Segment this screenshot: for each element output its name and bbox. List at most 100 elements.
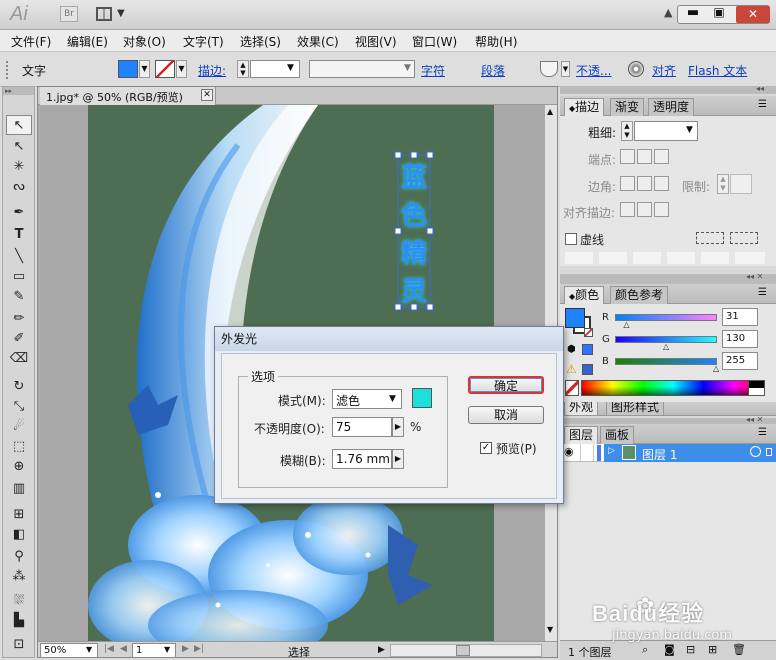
- collapse-arrow-icon[interactable]: ▲: [664, 6, 672, 19]
- stroke-dropdown-icon[interactable]: ▼: [176, 60, 187, 78]
- panel-menu-icon[interactable]: ☰: [758, 427, 767, 438]
- align-link[interactable]: 对齐: [652, 62, 676, 79]
- bridge-button[interactable]: Br: [60, 6, 78, 22]
- stroke-weight-stepper[interactable]: ▲ ▼: [237, 60, 249, 78]
- r-input[interactable]: 31: [722, 308, 758, 326]
- warning-icon[interactable]: ⚠: [566, 362, 577, 376]
- paragraph-link[interactable]: 段落: [481, 62, 505, 79]
- collapse-panel-icon[interactable]: ◂◂ ✕: [746, 272, 763, 281]
- scale-tool-icon[interactable]: ⤡: [6, 397, 32, 417]
- maximize-button[interactable]: ▣: [708, 5, 730, 24]
- web-color-swatch[interactable]: [582, 364, 593, 375]
- close-tab-icon[interactable]: ✕: [201, 89, 213, 101]
- tab-stroke[interactable]: ◆描边: [564, 98, 605, 116]
- arrange-documents-icon[interactable]: [96, 7, 112, 21]
- eyedropper-tool-icon[interactable]: ⚲: [6, 547, 32, 567]
- menu-effect[interactable]: 效果(C): [297, 33, 339, 50]
- target-icon[interactable]: [750, 446, 761, 457]
- gradient-tool-icon[interactable]: ◧: [6, 525, 32, 545]
- gamut-swatch[interactable]: [582, 344, 593, 355]
- graph-tool-icon[interactable]: ▥: [6, 479, 32, 499]
- column-graph-icon[interactable]: ▙: [6, 611, 32, 631]
- ok-button[interactable]: 确定: [468, 376, 544, 394]
- direct-selection-tool-icon[interactable]: ↖: [6, 137, 32, 157]
- r-thumb[interactable]: △: [623, 320, 629, 329]
- lasso-tool-icon[interactable]: ᔓ: [6, 177, 32, 197]
- chevron-down-icon[interactable]: ▼: [117, 8, 125, 19]
- status-menu-icon[interactable]: ▶: [378, 645, 385, 655]
- character-link[interactable]: 字符: [421, 62, 445, 79]
- b-input[interactable]: 255: [722, 352, 758, 370]
- status-mode[interactable]: 选择: [288, 644, 310, 657]
- align-inside-icon[interactable]: [637, 202, 652, 217]
- line-tool-icon[interactable]: ╲: [6, 247, 32, 267]
- bevel-join-icon[interactable]: [654, 176, 669, 191]
- expand-arrow-icon[interactable]: ▷: [608, 446, 615, 456]
- menu-window[interactable]: 窗口(W): [412, 33, 457, 50]
- horizontal-scroll-thumb[interactable]: [456, 645, 470, 656]
- panel-menu-icon[interactable]: ☰: [758, 99, 767, 110]
- chevron-down-icon[interactable]: ▼: [561, 61, 570, 77]
- eraser-tool-icon[interactable]: ⌫: [6, 349, 32, 369]
- cube-icon[interactable]: ⬢: [567, 344, 576, 355]
- round-join-icon[interactable]: [637, 176, 652, 191]
- pen-tool-icon[interactable]: ✒: [6, 203, 32, 223]
- tab-color-guide[interactable]: 颜色参考: [610, 286, 669, 304]
- vertical-art-text[interactable]: 蓝 色 精 灵: [398, 159, 430, 311]
- collapse-panel-icon[interactable]: ◂◂ ✕: [746, 415, 763, 424]
- tab-color[interactable]: ◆颜色: [564, 286, 605, 304]
- collapse-dock-icon[interactable]: ◂◂: [756, 84, 764, 93]
- layer-row[interactable]: ◉ ▷ 图层 1: [560, 444, 776, 462]
- last-artboard-icon[interactable]: ▶|: [194, 644, 204, 654]
- dash-align-icon[interactable]: [730, 232, 758, 244]
- recolor-icon[interactable]: [628, 61, 644, 77]
- menu-view[interactable]: 视图(V): [355, 33, 397, 50]
- dash-pattern-icon[interactable]: [696, 232, 724, 244]
- miter-join-icon[interactable]: [620, 176, 635, 191]
- menu-edit[interactable]: 编辑(E): [67, 33, 108, 50]
- next-artboard-icon[interactable]: ▶: [182, 644, 189, 654]
- fill-color-swatch[interactable]: [565, 308, 585, 328]
- cancel-button[interactable]: 取消: [468, 406, 544, 424]
- blur-input[interactable]: 1.76 mm: [332, 449, 392, 469]
- minimize-button[interactable]: ▬: [682, 5, 704, 24]
- round-cap-icon[interactable]: [637, 149, 652, 164]
- type-tool-icon[interactable]: T: [6, 225, 32, 245]
- free-transform-tool-icon[interactable]: ⬚: [6, 437, 32, 457]
- lock-toggle[interactable]: [580, 444, 594, 461]
- tab-gradient[interactable]: 渐变: [610, 98, 645, 116]
- panel-menu-icon[interactable]: ☰: [758, 287, 767, 298]
- square-cap-icon[interactable]: [654, 149, 669, 164]
- none-swatch[interactable]: [565, 380, 579, 396]
- rotate-tool-icon[interactable]: ↻: [6, 377, 32, 397]
- g-thumb[interactable]: △: [663, 342, 669, 351]
- fill-swatch[interactable]: [118, 60, 138, 78]
- fill-dropdown-icon[interactable]: ▼: [139, 60, 150, 78]
- weight-stepper[interactable]: ▲ ▼: [621, 121, 633, 141]
- tab-appearance[interactable]: 外观: [564, 402, 599, 415]
- first-artboard-icon[interactable]: |◀: [104, 644, 114, 654]
- rectangle-tool-icon[interactable]: ▭: [6, 267, 32, 287]
- limit-field[interactable]: [730, 174, 752, 194]
- tab-layers[interactable]: 图层: [564, 426, 599, 444]
- scroll-up-icon[interactable]: ▲: [547, 107, 553, 116]
- tab-transparency[interactable]: 透明度: [648, 98, 695, 116]
- limit-stepper[interactable]: ▲ ▼: [717, 174, 729, 194]
- symbol-sprayer-tool-icon[interactable]: ⛆: [6, 591, 32, 611]
- dashed-checkbox[interactable]: [565, 233, 577, 245]
- mesh-tool-icon[interactable]: ⊞: [6, 505, 32, 525]
- r-slider[interactable]: [615, 314, 717, 321]
- stroke-link[interactable]: 描边:: [198, 62, 226, 79]
- variable-width-select[interactable]: [309, 60, 415, 78]
- brush-definition-icon[interactable]: [540, 61, 558, 77]
- menu-object[interactable]: 对象(O): [123, 33, 166, 50]
- artboard-tool-icon[interactable]: ⊡: [6, 635, 32, 655]
- tab-graphic-styles[interactable]: 图形样式: [606, 402, 665, 415]
- pencil-tool-icon[interactable]: ✏: [6, 309, 32, 329]
- selection-indicator[interactable]: [766, 448, 772, 456]
- magic-wand-tool-icon[interactable]: ✳: [6, 157, 32, 177]
- menu-file[interactable]: 文件(F): [11, 33, 51, 50]
- dialog-title[interactable]: 外发光: [215, 327, 563, 351]
- opacity-slider-toggle[interactable]: ▶: [392, 417, 404, 437]
- prev-artboard-icon[interactable]: ◀: [120, 644, 127, 654]
